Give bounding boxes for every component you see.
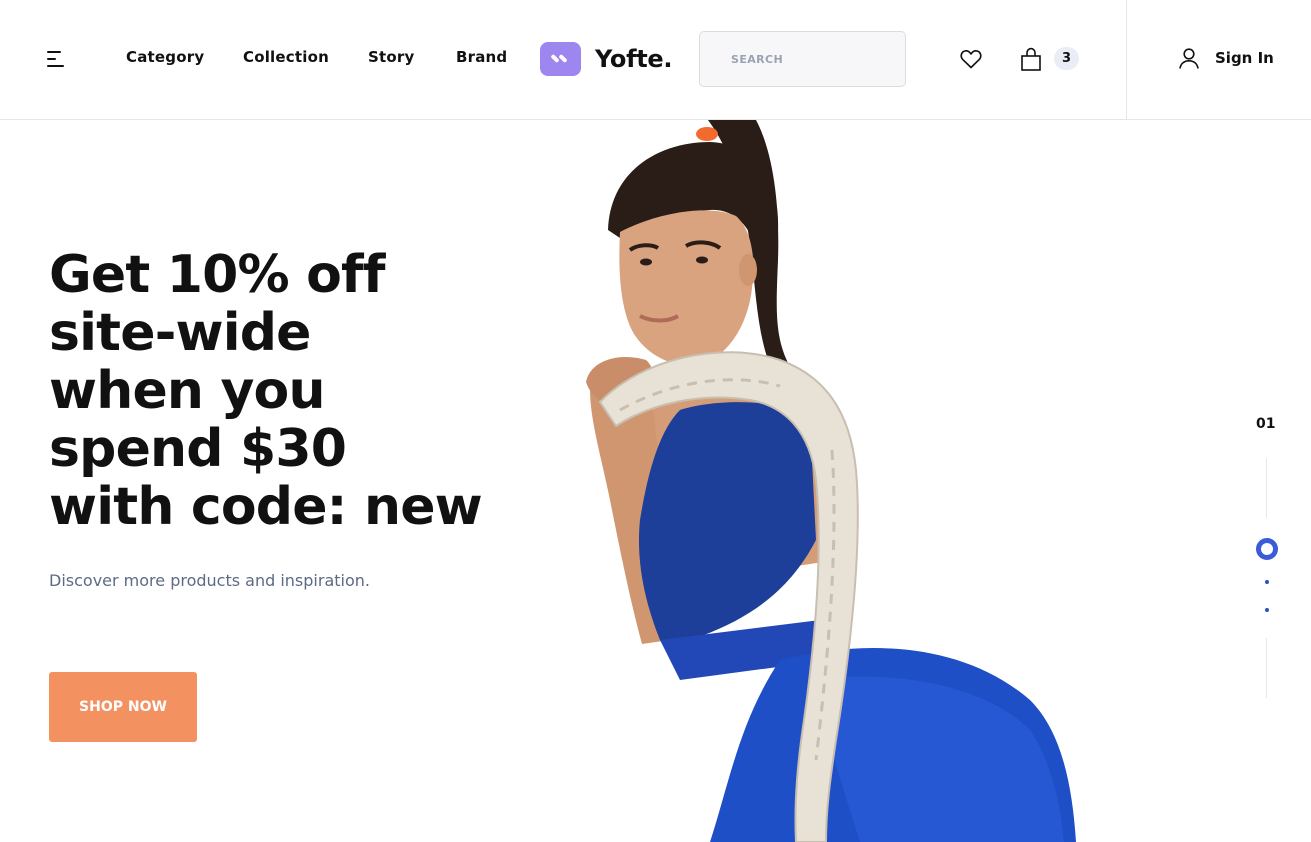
nav-link-category[interactable]: Category	[126, 48, 204, 66]
shop-now-button[interactable]: SHOP NOW	[49, 672, 197, 742]
logo-text: Yofte.	[595, 45, 673, 73]
sign-in-button[interactable]: Sign In	[1177, 46, 1274, 70]
user-icon	[1179, 48, 1199, 69]
site-header: Category Collection Story Brand Yofte. 3…	[0, 0, 1311, 120]
hero-headline: Get 10% off site-wide when you spend $30…	[49, 246, 529, 536]
hero-subtext: Discover more products and inspiration.	[49, 571, 370, 590]
logo-mark-icon	[540, 42, 581, 76]
brand-logo[interactable]: Yofte.	[540, 42, 672, 76]
heart-icon[interactable]	[959, 47, 983, 71]
sign-in-label: Sign In	[1215, 49, 1274, 67]
slider-dot[interactable]	[1265, 580, 1269, 584]
headline-line: Get 10% off	[49, 245, 385, 305]
cart-count-badge: 3	[1054, 47, 1079, 70]
slider-dot[interactable]	[1265, 608, 1269, 612]
nav-link-story[interactable]: Story	[368, 48, 414, 66]
nav-link-brand[interactable]: Brand	[456, 48, 507, 66]
hero-section: Get 10% off site-wide when you spend $30…	[0, 120, 1311, 842]
headline-line: when you	[49, 361, 326, 421]
slider-track-line	[1266, 458, 1267, 518]
slider-track-line	[1266, 638, 1267, 698]
slider-dot-active[interactable]	[1256, 538, 1278, 560]
shopping-bag-icon[interactable]	[1019, 46, 1043, 72]
header-divider	[1126, 0, 1127, 120]
headline-line: site-wide	[49, 303, 311, 363]
headline-line: spend $30	[49, 419, 347, 479]
slide-number: 01	[1256, 416, 1276, 432]
hero-image	[586, 120, 1076, 842]
nav-link-collection[interactable]: Collection	[243, 48, 329, 66]
search-input[interactable]	[699, 31, 906, 87]
hamburger-menu-icon[interactable]	[44, 48, 68, 70]
headline-line: with code: new	[49, 477, 483, 537]
